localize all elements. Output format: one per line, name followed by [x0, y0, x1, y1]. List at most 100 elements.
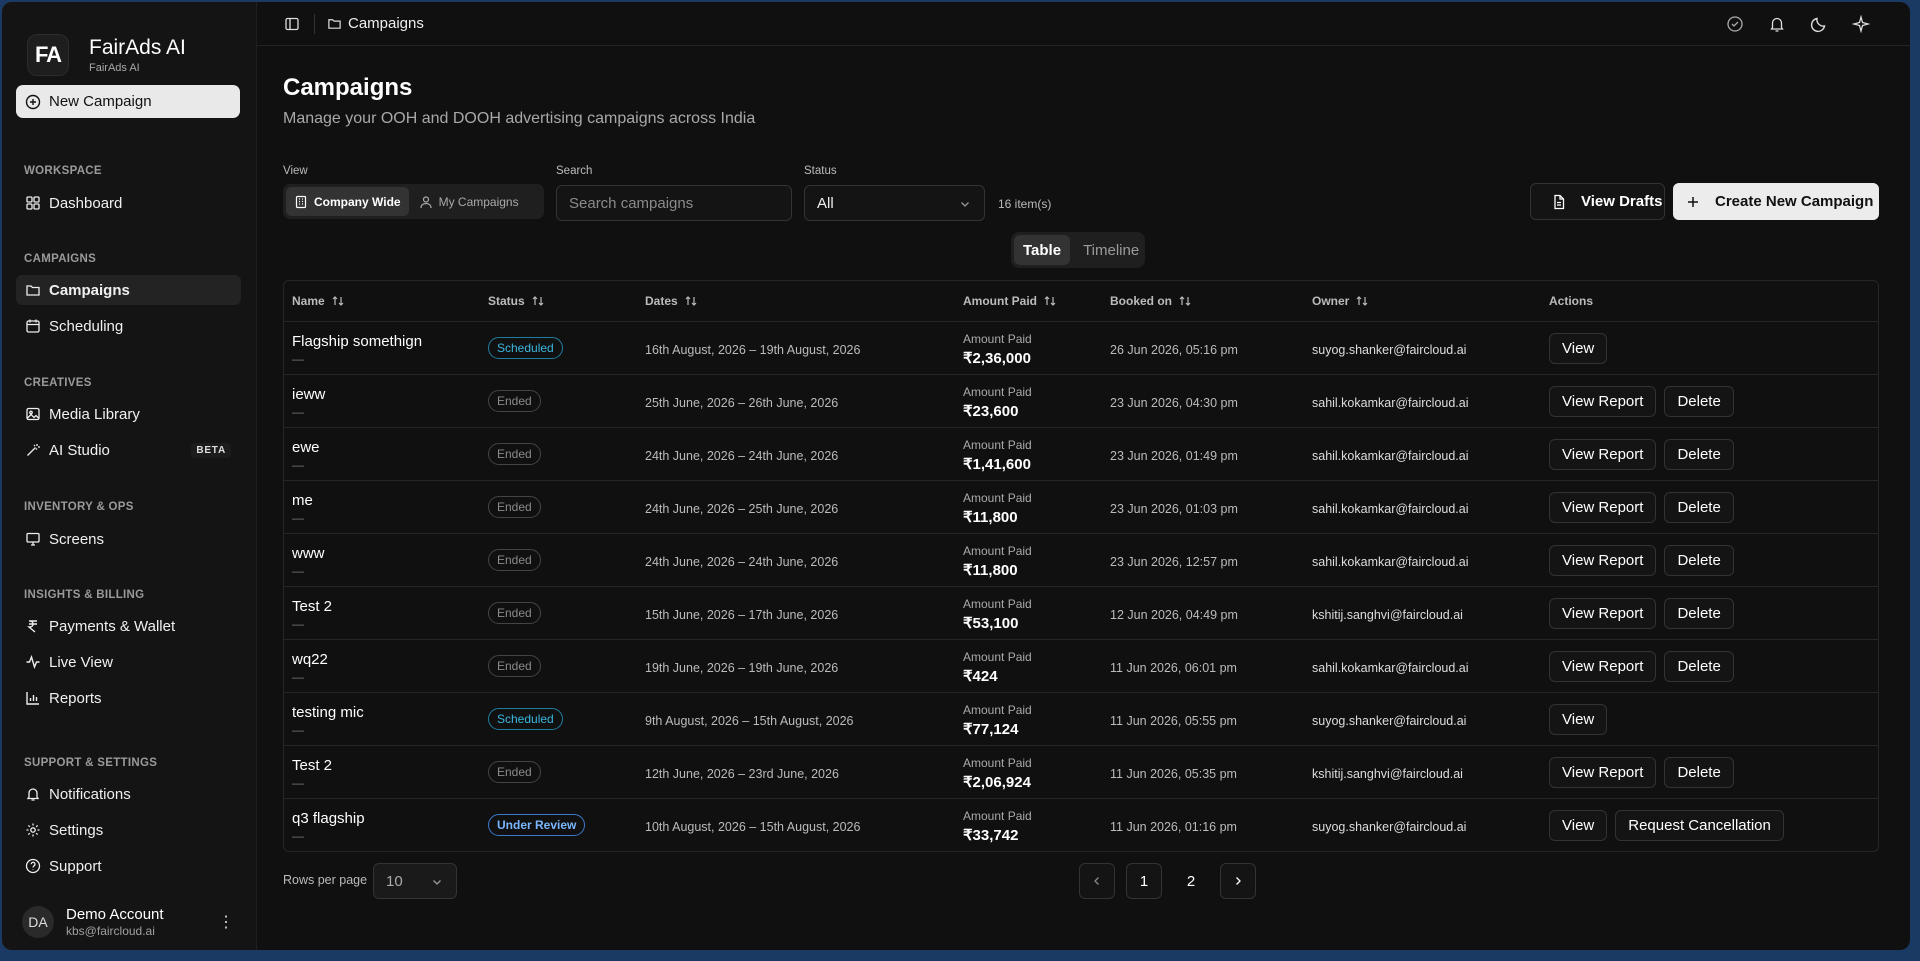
prev-page-button[interactable]: [1079, 863, 1115, 899]
account-menu[interactable]: DA Demo Account kbs@faircloud.ai ⋮: [22, 904, 242, 940]
owner-email: sahil.kokamkar@faircloud.ai: [1312, 661, 1469, 675]
column-header-owner[interactable]: Owner: [1312, 294, 1369, 308]
sidebar-item-media-library[interactable]: Media Library: [16, 399, 241, 429]
sidebar-item-campaigns[interactable]: Campaigns: [16, 275, 241, 305]
section-support: SUPPORT & SETTINGS: [24, 757, 158, 769]
column-header-status[interactable]: Status: [488, 294, 545, 308]
delete-button[interactable]: Delete: [1664, 598, 1734, 629]
view-company-wide-button[interactable]: Company Wide: [286, 187, 409, 216]
campaign-dates: 24th June, 2026 – 24th June, 2026: [645, 555, 839, 569]
sidebar-item-support[interactable]: Support: [16, 851, 241, 881]
view-report-button[interactable]: View Report: [1549, 757, 1657, 788]
view-my-campaigns-button[interactable]: My Campaigns: [411, 187, 527, 216]
campaign-name[interactable]: www: [292, 545, 325, 562]
page-button-1[interactable]: 1: [1126, 863, 1162, 899]
column-header-amount[interactable]: Amount Paid: [963, 294, 1057, 308]
sidebar-item-reports[interactable]: Reports: [16, 683, 241, 713]
amount-value: ₹11,800: [963, 562, 1018, 579]
account-name: Demo Account: [66, 906, 164, 923]
view-report-button[interactable]: View Report: [1549, 545, 1657, 576]
table-row[interactable]: ewe — Ended 24th June, 2026 – 24th June,…: [284, 428, 1878, 481]
bell-icon[interactable]: [1768, 15, 1786, 33]
delete-button[interactable]: Delete: [1664, 651, 1734, 682]
delete-button[interactable]: Delete: [1664, 386, 1734, 417]
folder-icon: [328, 19, 341, 29]
campaign-name[interactable]: Flagship somethign: [292, 333, 422, 350]
tab-timeline[interactable]: Timeline: [1074, 235, 1148, 265]
column-header-name[interactable]: Name: [292, 294, 345, 308]
sidebar-item-live-view[interactable]: Live View: [16, 647, 241, 677]
campaign-name[interactable]: wq22: [292, 651, 328, 668]
campaign-name[interactable]: q3 flagship: [292, 810, 365, 827]
sort-icon: [685, 296, 697, 306]
search-input[interactable]: [556, 185, 792, 221]
campaign-name[interactable]: ewe: [292, 439, 320, 456]
sparkle-icon[interactable]: [1852, 15, 1870, 33]
campaign-name[interactable]: me: [292, 492, 313, 509]
section-creatives: CREATIVES: [24, 377, 92, 389]
sidebar-item-label: Settings: [49, 821, 104, 839]
check-circle-icon[interactable]: [1726, 15, 1744, 33]
delete-button[interactable]: Delete: [1664, 492, 1734, 523]
table-row[interactable]: me — Ended 24th June, 2026 – 25th June, …: [284, 481, 1878, 534]
sidebar-item-ai-studio[interactable]: AI Studio BETA: [16, 435, 241, 465]
brand[interactable]: FA FairAds AI FairAds AI: [2, 2, 256, 87]
more-vertical-icon[interactable]: ⋮: [218, 912, 234, 932]
delete-button[interactable]: Delete: [1664, 545, 1734, 576]
status-select[interactable]: All: [804, 185, 985, 221]
view-report-button[interactable]: View Report: [1549, 386, 1657, 417]
view-button[interactable]: View: [1549, 704, 1608, 735]
table-row[interactable]: testing mic — Scheduled 9th August, 2026…: [284, 693, 1878, 746]
campaign-name[interactable]: ieww: [292, 386, 325, 403]
status-badge: Ended: [488, 496, 541, 518]
sidebar-item-notifications[interactable]: Notifications: [16, 779, 241, 809]
campaign-subtext: —: [292, 670, 304, 684]
sort-icon: [1179, 296, 1191, 306]
sidebar-toggle-icon[interactable]: [284, 16, 300, 32]
breadcrumb[interactable]: Campaigns: [327, 15, 424, 32]
create-campaign-button[interactable]: Create New Campaign: [1673, 183, 1879, 220]
view-report-button[interactable]: View Report: [1549, 439, 1657, 470]
new-campaign-button[interactable]: New Campaign: [16, 85, 240, 118]
campaign-name[interactable]: Test 2: [292, 598, 332, 615]
owner-email: sahil.kokamkar@faircloud.ai: [1312, 555, 1469, 569]
monitor-icon: [26, 532, 40, 546]
sidebar-item-dashboard[interactable]: Dashboard: [16, 188, 241, 218]
view-button[interactable]: View: [1549, 333, 1608, 364]
campaigns-table: Name Status Dates Amount Paid Booked on …: [283, 280, 1879, 852]
amount-label: Amount Paid: [963, 597, 1032, 611]
sidebar-item-label: AI Studio: [49, 441, 110, 459]
campaign-name[interactable]: testing mic: [292, 704, 364, 721]
header-label: Name: [292, 294, 325, 308]
next-page-button[interactable]: [1220, 863, 1256, 899]
table-row[interactable]: Flagship somethign — Scheduled 16th Augu…: [284, 322, 1878, 375]
campaign-name[interactable]: Test 2: [292, 757, 332, 774]
request-cancellation-button[interactable]: Request Cancellation: [1615, 810, 1784, 841]
view-report-button[interactable]: View Report: [1549, 598, 1657, 629]
table-row[interactable]: www — Ended 24th June, 2026 – 24th June,…: [284, 534, 1878, 587]
moon-icon[interactable]: [1810, 15, 1828, 33]
view-button[interactable]: View: [1549, 810, 1608, 841]
rows-per-page-select[interactable]: 10: [373, 863, 457, 899]
column-header-booked[interactable]: Booked on: [1110, 294, 1192, 308]
sidebar-item-scheduling[interactable]: Scheduling: [16, 311, 241, 341]
table-row[interactable]: q3 flagship — Under Review 10th August, …: [284, 799, 1878, 851]
table-row[interactable]: ieww — Ended 25th June, 2026 – 26th June…: [284, 375, 1878, 428]
sidebar-item-screens[interactable]: Screens: [16, 524, 241, 554]
table-row[interactable]: Test 2 — Ended 15th June, 2026 – 17th Ju…: [284, 587, 1878, 640]
sidebar-item-label: Scheduling: [49, 317, 124, 335]
column-header-dates[interactable]: Dates: [645, 294, 698, 308]
topbar: Campaigns: [257, 2, 1910, 46]
table-row[interactable]: wq22 — Ended 19th June, 2026 – 19th June…: [284, 640, 1878, 693]
tab-table[interactable]: Table: [1014, 235, 1071, 265]
delete-button[interactable]: Delete: [1664, 439, 1734, 470]
delete-button[interactable]: Delete: [1664, 757, 1734, 788]
sidebar-item-label: Campaigns: [49, 281, 130, 299]
page-button-2[interactable]: 2: [1173, 863, 1209, 899]
sidebar-item-settings[interactable]: Settings: [16, 815, 241, 845]
sidebar-item-payments[interactable]: Payments & Wallet: [16, 611, 241, 641]
table-row[interactable]: Test 2 — Ended 12th June, 2026 – 23rd Ju…: [284, 746, 1878, 799]
view-drafts-button[interactable]: View Drafts: [1530, 183, 1665, 220]
view-report-button[interactable]: View Report: [1549, 651, 1657, 682]
view-report-button[interactable]: View Report: [1549, 492, 1657, 523]
